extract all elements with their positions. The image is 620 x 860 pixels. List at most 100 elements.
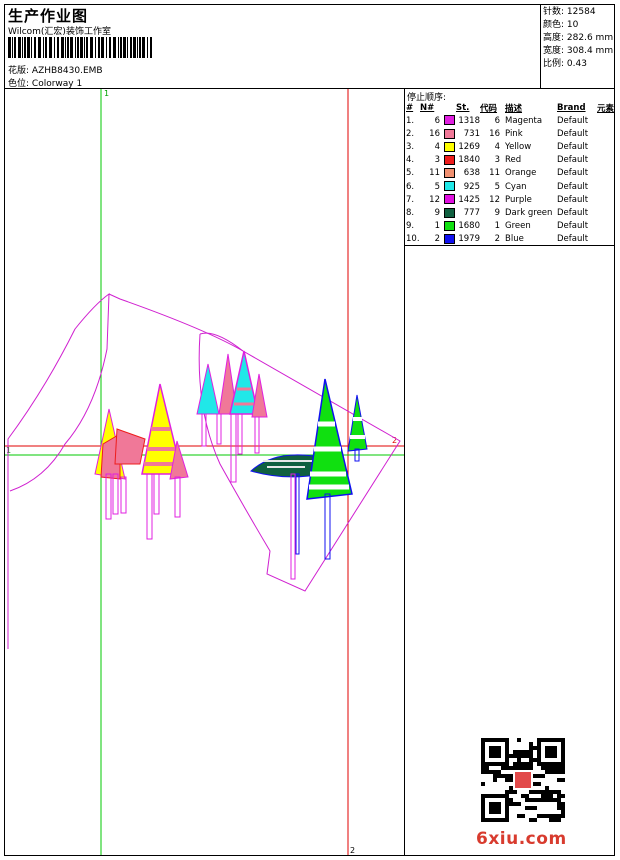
row-description: Cyan — [505, 181, 527, 192]
row-index: 2. — [406, 128, 415, 139]
guide-label-v1: 1 — [104, 89, 109, 98]
row-description: Yellow — [505, 141, 532, 152]
stop-sequence-table: # N# St. 代码 描述 Brand 元素 1. 6 1318 6 Magenta D… — [406, 102, 614, 246]
color-swatch — [444, 154, 455, 165]
row-needle: 1 — [434, 221, 440, 232]
table-row: 1. 6 1318 6 Magenta Default — [406, 114, 614, 127]
row-needle: 11 — [429, 168, 440, 179]
table-row: 9. 1 1680 1 Green Default — [406, 220, 614, 233]
row-brand: Default — [557, 234, 589, 245]
row-brand: Default — [557, 155, 589, 166]
table-header-row: # N# St. 代码 描述 Brand 元素 — [406, 102, 614, 114]
table-row: 5. 11 638 11 Orange Default — [406, 167, 614, 180]
row-stitches: 925 — [463, 181, 480, 192]
table-row: 7. 12 1425 12 Purple Default — [406, 193, 614, 206]
row-description: Dark green — [505, 207, 553, 218]
design-width: 宽度: 308.4 mm — [543, 46, 614, 56]
row-stitches: 1269 — [458, 141, 480, 152]
row-element — [597, 154, 614, 167]
table-row: 3. 4 1269 4 Yellow Default — [406, 140, 614, 153]
col-brand: Brand — [557, 103, 586, 113]
row-description: Green — [505, 221, 531, 232]
row-swatch — [444, 233, 456, 246]
row-element — [597, 206, 614, 219]
row-element — [597, 233, 614, 246]
barcode — [8, 37, 152, 58]
row-description: Pink — [505, 128, 523, 139]
colorway-line: 色位: Colorway 1 — [8, 76, 82, 89]
row-code: 12 — [489, 194, 500, 205]
umbrella-group-middle — [196, 350, 268, 483]
watermark-logo: 6xiu.com — [476, 829, 567, 849]
row-code: 5 — [494, 181, 500, 192]
umbrella-group-left — [94, 383, 189, 540]
color-count: 颜色: 10 — [543, 20, 579, 30]
row-swatch — [444, 127, 456, 140]
row-description: Blue — [505, 234, 524, 245]
row-stitches: 777 — [463, 207, 480, 218]
row-stitches: 638 — [463, 168, 480, 179]
row-index: 6. — [406, 181, 415, 192]
row-needle: 9 — [434, 207, 440, 218]
color-swatch — [444, 234, 455, 245]
row-index: 5. — [406, 168, 415, 179]
color-swatch — [444, 181, 455, 192]
row-index: 3. — [406, 141, 415, 152]
color-swatch — [444, 194, 455, 205]
row-element — [597, 167, 614, 180]
row-description: Red — [505, 155, 522, 166]
col-needle: N# — [420, 103, 435, 113]
row-stitches: 1840 — [458, 155, 480, 166]
row-code: 6 — [494, 115, 500, 126]
row-needle: 5 — [434, 181, 440, 192]
row-swatch — [444, 154, 456, 167]
row-code: 2 — [494, 234, 500, 245]
design-stats: 针数: 12584 颜色: 10 高度: 282.6 mm 宽度: 308.4 … — [543, 6, 613, 71]
row-code: 4 — [494, 141, 500, 152]
table-row: 8. 9 777 9 Dark green Default — [406, 206, 614, 219]
row-needle: 2 — [434, 234, 440, 245]
color-swatch — [444, 207, 455, 218]
table-row: 4. 3 1840 3 Red Default — [406, 154, 614, 167]
row-swatch — [444, 193, 456, 206]
col-index: # — [406, 103, 414, 113]
row-index: 8. — [406, 207, 415, 218]
col-description: 描述 — [505, 104, 523, 114]
col-swatch — [444, 102, 456, 114]
row-index: 4. — [406, 155, 415, 166]
row-stitches: 1979 — [458, 234, 480, 245]
row-brand: Default — [557, 194, 589, 205]
colorway-value: Colorway 1 — [31, 79, 83, 89]
row-description: Magenta — [505, 115, 543, 126]
row-element — [597, 193, 614, 206]
row-stitches: 731 — [463, 128, 480, 139]
row-index: 7. — [406, 194, 415, 205]
qr-code — [481, 738, 565, 822]
row-index: 1. — [406, 115, 415, 126]
row-swatch — [444, 114, 456, 127]
design-preview: 1 2 1 2 — [5, 89, 404, 855]
row-description: Orange — [505, 168, 537, 179]
row-code: 3 — [494, 155, 500, 166]
row-index: 10. — [406, 234, 420, 245]
row-needle: 12 — [429, 194, 440, 205]
row-element — [597, 127, 614, 140]
design-file-name: AZHB8430.EMB — [31, 66, 103, 76]
color-swatch — [444, 141, 455, 152]
row-code: 1 — [494, 221, 500, 232]
col-stitches: St. — [456, 103, 470, 113]
col-code: 代码 — [480, 104, 498, 114]
row-brand: Default — [557, 168, 589, 179]
legend-divider — [404, 88, 405, 856]
row-brand: Default — [557, 115, 589, 126]
row-element — [597, 220, 614, 233]
row-brand: Default — [557, 181, 589, 192]
guide-label-h1: 1 — [6, 446, 11, 455]
color-swatch — [444, 128, 455, 139]
row-code: 9 — [494, 207, 500, 218]
stats-divider — [540, 4, 541, 88]
row-code: 11 — [489, 168, 500, 179]
row-swatch — [444, 167, 456, 180]
row-needle: 16 — [429, 128, 440, 139]
page-title: 生产作业图 — [8, 7, 89, 25]
